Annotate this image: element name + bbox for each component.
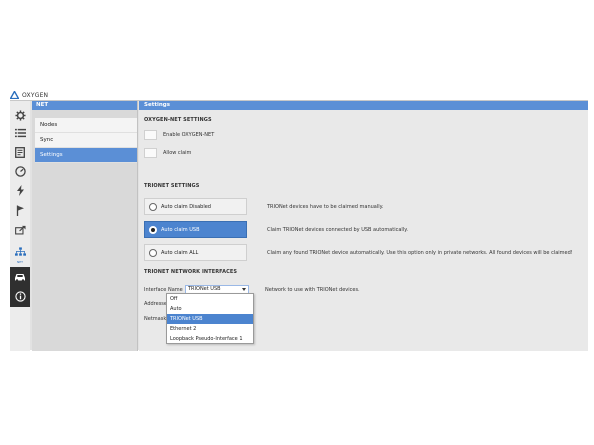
auto-claim-disabled-description: TRIONet devices have to be claimed manua… (267, 204, 384, 210)
nav-item-nodes[interactable]: Nodes (35, 118, 137, 133)
auto-claim-usb-description: Claim TRIONet devices connected by USB a… (267, 227, 409, 233)
icon-bar: NET (10, 101, 30, 351)
auto-claim-all-label: Auto claim ALL (161, 249, 199, 256)
network-tab[interactable]: NET (12, 244, 28, 264)
gear-icon[interactable] (12, 107, 28, 123)
allow-claim-label: Allow claim (163, 150, 192, 156)
dropdown-option-off[interactable]: Off (167, 294, 253, 304)
lightning-icon[interactable] (12, 182, 28, 198)
app-name: OXYGEN (22, 91, 49, 99)
dropdown-option-loopback[interactable]: Loopback Pseudo-Interface 1 (167, 334, 253, 344)
allow-claim-row: Allow claim (144, 148, 191, 158)
network-icon (14, 247, 26, 256)
radio-unselected-icon (149, 202, 157, 211)
interface-name-value: TRIONet USB (188, 286, 221, 292)
auto-claim-disabled-label: Auto claim Disabled (161, 203, 211, 210)
enable-oxygen-net-toggle[interactable] (144, 130, 157, 140)
interface-name-description: Network to use with TRIONet devices. (265, 287, 360, 293)
enable-oxygen-net-row: Enable OXYGEN-NET (144, 130, 214, 140)
oxygen-logo-icon (10, 91, 19, 99)
auto-claim-disabled-option[interactable]: Auto claim Disabled (144, 198, 247, 215)
trionet-section-title: TRIONET SETTINGS (144, 183, 200, 189)
radio-selected-icon (149, 225, 157, 234)
nav-item-sync[interactable]: Sync (35, 133, 137, 148)
list-icon[interactable] (12, 125, 28, 141)
gauge-icon[interactable] (12, 163, 28, 179)
radio-unselected-icon (149, 248, 157, 257)
enable-oxygen-net-label: Enable OXYGEN-NET (163, 132, 215, 138)
oxygen-net-section-title: OXYGEN-NET SETTINGS (144, 117, 212, 123)
dropdown-option-auto[interactable]: Auto (167, 304, 253, 314)
dropdown-option-trionet-usb[interactable]: TRIONet USB (167, 314, 253, 324)
network-tab-label: NET (17, 260, 23, 264)
main-window: NET NET Nodes Sync Settings Settings OXY… (10, 100, 588, 351)
settings-panel-title: Settings (139, 101, 588, 110)
title-bar: OXYGEN (10, 90, 48, 100)
car-icon[interactable] (10, 267, 30, 287)
interface-dropdown-list: Off Auto TRIONet USB Ethernet 2 Loopback… (166, 293, 254, 344)
auto-claim-all-option[interactable]: Auto claim ALL (144, 244, 247, 261)
nav-list: Nodes Sync Settings (35, 118, 137, 163)
dropdown-option-ethernet-2[interactable]: Ethernet 2 (167, 324, 253, 334)
auto-claim-usb-label: Auto claim USB (161, 226, 200, 233)
dropdown-arrow-icon (242, 288, 246, 291)
flag-icon[interactable] (12, 202, 28, 218)
allow-claim-toggle[interactable] (144, 148, 157, 158)
nav-item-settings[interactable]: Settings (35, 148, 137, 163)
info-icon[interactable] (10, 285, 30, 307)
interfaces-section-title: TRIONET NETWORK INTERFACES (144, 269, 238, 275)
export-icon[interactable] (12, 222, 28, 238)
report-icon[interactable] (12, 144, 28, 160)
auto-claim-usb-option[interactable]: Auto claim USB (144, 221, 247, 238)
nav-panel-title: NET (32, 101, 137, 110)
auto-claim-all-description: Claim any found TRIONet device automatic… (267, 250, 573, 256)
net-nav-panel: NET Nodes Sync Settings (32, 101, 138, 351)
